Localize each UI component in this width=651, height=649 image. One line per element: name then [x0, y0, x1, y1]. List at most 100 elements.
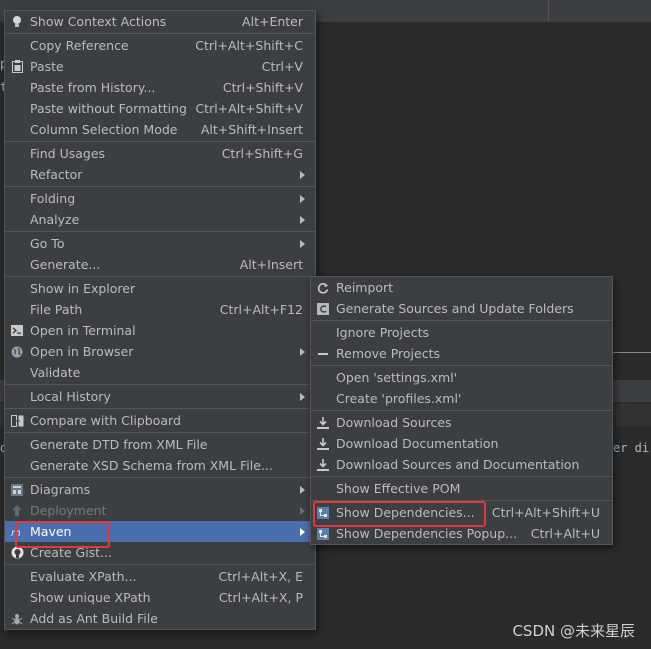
shortcut-label: Alt+Shift+Insert: [200, 122, 303, 137]
shortcut-label: Ctrl+Alt+U: [530, 526, 600, 541]
menu-item-label: Deployment: [30, 503, 107, 518]
menu-item-label: Show Context Actions: [30, 14, 167, 29]
generate-sources-icon: [315, 298, 331, 319]
menu-item-refactor[interactable]: Refactor: [5, 164, 315, 185]
menu-item-add-as-ant-build-file[interactable]: Add as Ant Build File: [5, 608, 315, 629]
menu-item-label: Paste: [30, 59, 64, 74]
lightbulb-icon: [9, 11, 25, 32]
menu-separator: [5, 477, 315, 478]
menu-item-label: Reimport: [336, 280, 394, 295]
shortcut-label: Ctrl+Alt+Shift+V: [195, 101, 303, 116]
submenu-item-ignore-projects[interactable]: Ignore Projects: [311, 322, 612, 343]
submenu-item-reimport[interactable]: Reimport: [311, 277, 612, 298]
menu-separator: [311, 410, 612, 411]
menu-item-label: Diagrams: [30, 482, 91, 497]
minus-icon: [315, 343, 331, 364]
menu-item-label: Generate XSD Schema from XML File...: [30, 458, 273, 473]
menu-item-label: Download Sources: [336, 415, 452, 430]
menu-item-label: Compare with Clipboard: [30, 413, 181, 428]
menu-item-label: Analyze: [30, 212, 80, 227]
menu-separator: [5, 384, 315, 385]
submenu-arrow-icon: [300, 348, 305, 356]
deployment-icon: [9, 500, 25, 521]
menu-item-copy-reference[interactable]: Copy Reference Ctrl+Alt+Shift+C: [5, 35, 315, 56]
menu-item-generate[interactable]: Generate... Alt+Insert: [5, 254, 315, 275]
menu-item-file-path[interactable]: File Path Ctrl+Alt+F12: [5, 299, 315, 320]
menu-item-paste-from-history[interactable]: Paste from History... Ctrl+Shift+V: [5, 77, 315, 98]
menu-separator: [311, 320, 612, 321]
menu-item-deployment[interactable]: Deployment: [5, 500, 315, 521]
menu-item-label: File Path: [30, 302, 83, 317]
highlight-box-maven: [15, 521, 110, 548]
submenu-item-open-settings-xml[interactable]: Open 'settings.xml': [311, 367, 612, 388]
watermark: CSDN @未来星辰: [512, 622, 635, 640]
ant-icon: [9, 608, 25, 629]
menu-item-open-in-browser[interactable]: Open in Browser: [5, 341, 315, 362]
menu-item-label: Folding: [30, 191, 76, 206]
shortcut-label: Ctrl+Alt+X, P: [218, 590, 303, 605]
terminal-icon: [9, 320, 25, 341]
menu-item-label: Validate: [30, 365, 81, 380]
menu-item-go-to[interactable]: Go To: [5, 233, 315, 254]
submenu-item-generate-sources[interactable]: Generate Sources and Update Folders: [311, 298, 612, 319]
submenu-item-show-effective-pom[interactable]: Show Effective POM: [311, 478, 612, 499]
compare-icon: [9, 410, 25, 431]
menu-item-paste[interactable]: Paste Ctrl+V: [5, 56, 315, 77]
menu-item-show-in-explorer[interactable]: Show in Explorer: [5, 278, 315, 299]
menu-separator: [311, 476, 612, 477]
menu-item-generate-dtd[interactable]: Generate DTD from XML File: [5, 434, 315, 455]
shortcut-label: Alt+Insert: [239, 257, 303, 272]
menu-item-label: Refactor: [30, 167, 83, 182]
menu-item-paste-without-formatting[interactable]: Paste without Formatting Ctrl+Alt+Shift+…: [5, 98, 315, 119]
menu-item-label: Copy Reference: [30, 38, 129, 53]
menu-separator: [5, 186, 315, 187]
submenu-item-download-sources[interactable]: Download Sources: [311, 412, 612, 433]
menu-item-label: Generate DTD from XML File: [30, 437, 208, 452]
menu-item-open-in-terminal[interactable]: Open in Terminal: [5, 320, 315, 341]
menu-item-find-usages[interactable]: Find Usages Ctrl+Shift+G: [5, 143, 315, 164]
menu-item-label: Paste without Formatting: [30, 101, 187, 116]
menu-item-label: Download Documentation: [336, 436, 499, 451]
submenu-item-download-sources-and-docs[interactable]: Download Sources and Documentation: [311, 454, 612, 475]
menu-item-label: Generate...: [30, 257, 101, 272]
menu-item-diagrams[interactable]: Diagrams: [5, 479, 315, 500]
menu-item-generate-xsd-schema[interactable]: Generate XSD Schema from XML File...: [5, 455, 315, 476]
menu-item-label: Add as Ant Build File: [30, 611, 158, 626]
menu-item-folding[interactable]: Folding: [5, 188, 315, 209]
download-icon: [315, 433, 331, 454]
menu-item-label: Ignore Projects: [336, 325, 429, 340]
menu-item-label: Generate Sources and Update Folders: [336, 301, 574, 316]
submenu-item-remove-projects[interactable]: Remove Projects: [311, 343, 612, 364]
menu-item-local-history[interactable]: Local History: [5, 386, 315, 407]
clipboard-icon: [9, 56, 25, 77]
menu-separator: [5, 276, 315, 277]
menu-item-show-unique-xpath[interactable]: Show unique XPath Ctrl+Alt+X, P: [5, 587, 315, 608]
submenu-item-create-profiles-xml[interactable]: Create 'profiles.xml': [311, 388, 612, 409]
submenu-item-download-documentation[interactable]: Download Documentation: [311, 433, 612, 454]
menu-item-label: Find Usages: [30, 146, 106, 161]
menu-item-label: Show Effective POM: [336, 481, 461, 496]
menu-item-validate[interactable]: Validate: [5, 362, 315, 383]
menu-separator: [5, 432, 315, 433]
menu-item-label: Go To: [30, 236, 65, 251]
menu-item-label: Download Sources and Documentation: [336, 457, 580, 472]
submenu-arrow-icon: [300, 486, 305, 494]
menu-separator: [5, 231, 315, 232]
menu-item-label: Evaluate XPath...: [30, 569, 137, 584]
menu-item-label: Paste from History...: [30, 80, 156, 95]
menu-item-show-context-actions[interactable]: Show Context Actions Alt+Enter: [5, 11, 315, 32]
shortcut-label: Ctrl+Alt+Shift+U: [491, 505, 600, 520]
submenu-arrow-icon: [300, 240, 305, 248]
diagram-icon: [9, 479, 25, 500]
menu-item-analyze[interactable]: Analyze: [5, 209, 315, 230]
download-icon: [315, 412, 331, 433]
menu-item-evaluate-xpath[interactable]: Evaluate XPath... Ctrl+Alt+X, E: [5, 566, 315, 587]
submenu-arrow-icon: [300, 195, 305, 203]
reimport-icon: [315, 277, 331, 298]
shortcut-label: Ctrl+V: [261, 59, 303, 74]
shortcut-label: Alt+Enter: [242, 14, 303, 29]
menu-item-label: Show unique XPath: [30, 590, 151, 605]
menu-item-column-selection-mode[interactable]: Column Selection Mode Alt+Shift+Insert: [5, 119, 315, 140]
highlight-box-show-dependencies: [313, 501, 486, 527]
menu-item-compare-with-clipboard[interactable]: Compare with Clipboard: [5, 410, 315, 431]
